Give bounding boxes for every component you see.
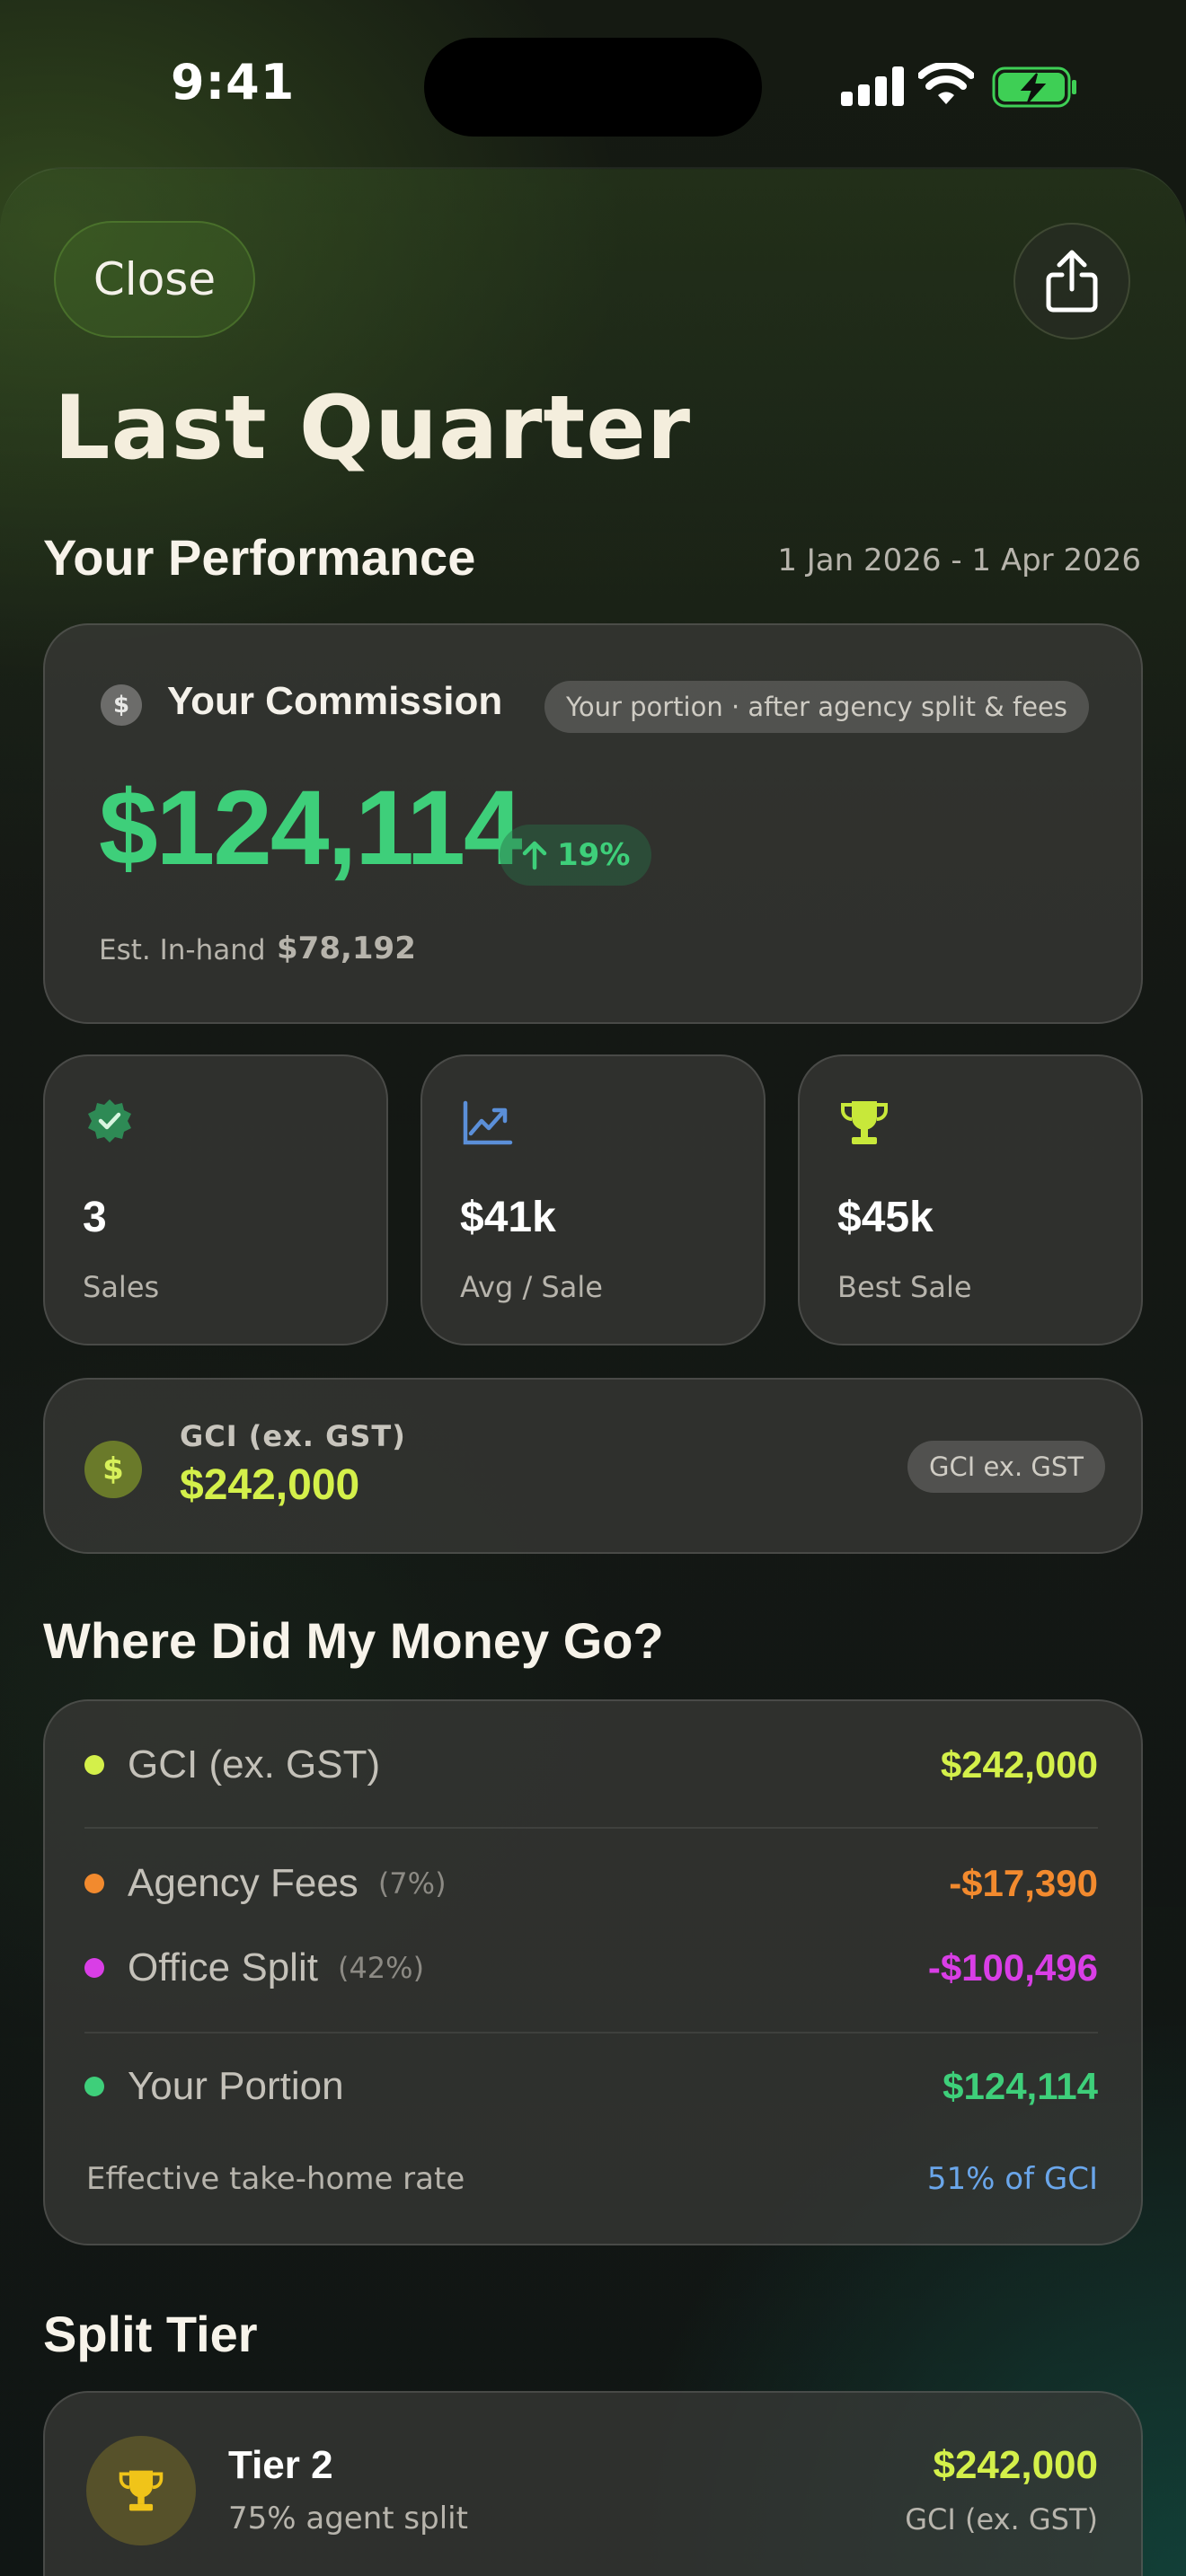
legend-dot — [84, 2077, 104, 2096]
stat-value: 3 — [83, 1194, 107, 1241]
breakdown-row-gci: GCI (ex. GST) $242,000 — [84, 1742, 1098, 1787]
close-button[interactable]: Close — [54, 221, 255, 338]
stat-card-best-sale[interactable]: $45k Best Sale — [798, 1054, 1143, 1345]
breakdown-row-agency-fees: Agency Fees (7%) -$17,390 — [84, 1861, 1098, 1906]
divider — [84, 2032, 1098, 2033]
split-tier-section-title: Split Tier — [43, 2306, 258, 2362]
breakdown-pct: (42%) — [337, 1951, 425, 1985]
breakdown-amount: $124,114 — [943, 2065, 1098, 2107]
tier-name: Tier 2 — [228, 2443, 333, 2487]
trophy-icon — [841, 1101, 888, 1144]
tier-split-percentage: 75% agent split — [228, 2501, 468, 2536]
page-title: Last Quarter — [54, 377, 692, 480]
stat-label: Sales — [83, 1270, 160, 1304]
inhand-value: $78,192 — [277, 931, 416, 966]
gci-card[interactable]: $ GCI (ex. GST) $242,000 GCI ex. GST — [43, 1378, 1143, 1554]
stat-label: Best Sale — [837, 1270, 972, 1304]
stat-value: $45k — [837, 1194, 934, 1241]
take-home-rate-label: Effective take-home rate — [86, 2161, 465, 2197]
wifi-icon — [918, 63, 974, 104]
split-tier-card[interactable]: Tier 2 75% agent split $242,000 GCI (ex.… — [43, 2391, 1143, 2576]
breakdown-amount: $242,000 — [940, 1743, 1098, 1786]
money-section-title: Where Did My Money Go? — [43, 1612, 664, 1669]
battery-charging-icon — [992, 66, 1076, 108]
inhand-label: Est. In-hand — [99, 934, 266, 966]
gci-pill: GCI ex. GST — [907, 1441, 1105, 1493]
cellular-signal-icon — [841, 66, 904, 106]
share-icon — [1046, 250, 1098, 313]
gci-label: GCI (ex. GST) — [180, 1419, 406, 1453]
legend-dot — [84, 1958, 104, 1978]
date-range: 1 Jan 2026 - 1 Apr 2026 — [777, 543, 1141, 578]
trend-chart-icon — [463, 1100, 513, 1145]
dollar-icon: $ — [101, 684, 142, 726]
dynamic-island — [424, 38, 762, 137]
breakdown-row-office-split: Office Split (42%) -$100,496 — [84, 1945, 1098, 1990]
breakdown-amount: -$100,496 — [927, 1946, 1098, 1989]
take-home-rate-value: 51% of GCI — [926, 2161, 1098, 2197]
breakdown-name: Your Portion — [128, 2064, 344, 2108]
commission-info-pill: Your portion · after agency split & fees — [544, 681, 1089, 733]
breakdown-row-your-portion: Your Portion $124,114 — [84, 2064, 1098, 2109]
arrow-up-icon — [522, 841, 547, 870]
status-time: 9:41 — [171, 54, 296, 110]
performance-section-title: Your Performance — [43, 529, 476, 586]
money-breakdown-card: GCI (ex. GST) $242,000 Agency Fees (7%) … — [43, 1699, 1143, 2245]
breakdown-name: Office Split — [128, 1945, 318, 1989]
tier-badge — [86, 2436, 196, 2545]
stat-card-sales[interactable]: 3 Sales — [43, 1054, 388, 1345]
tier-gci-label: GCI (ex. GST) — [905, 2502, 1098, 2536]
stat-card-avg-sale[interactable]: $41k Avg / Sale — [420, 1054, 766, 1345]
divider — [84, 1827, 1098, 1829]
stat-label: Avg / Sale — [460, 1270, 603, 1304]
commission-card[interactable]: $ Your Commission Your portion · after a… — [43, 623, 1143, 1024]
share-button[interactable] — [1013, 223, 1130, 340]
verified-badge-icon — [88, 1099, 131, 1142]
stat-value: $41k — [460, 1194, 556, 1241]
breakdown-amount: -$17,390 — [949, 1862, 1098, 1904]
trophy-icon — [119, 2470, 164, 2511]
commission-value: $124,114 — [99, 769, 523, 887]
commission-label: Your Commission — [167, 679, 503, 723]
gci-value: $242,000 — [180, 1461, 360, 1509]
dollar-icon: $ — [84, 1441, 142, 1498]
tier-gci-amount: $242,000 — [933, 2443, 1098, 2487]
commission-change-badge: 19% — [500, 825, 652, 886]
status-bar: 9:41 — [0, 0, 1186, 171]
breakdown-name: GCI (ex. GST) — [128, 1742, 381, 1786]
legend-dot — [84, 1755, 104, 1775]
legend-dot — [84, 1874, 104, 1893]
breakdown-pct: (7%) — [377, 1866, 447, 1901]
breakdown-name: Agency Fees — [128, 1861, 358, 1905]
commission-change-value: 19% — [557, 837, 631, 873]
